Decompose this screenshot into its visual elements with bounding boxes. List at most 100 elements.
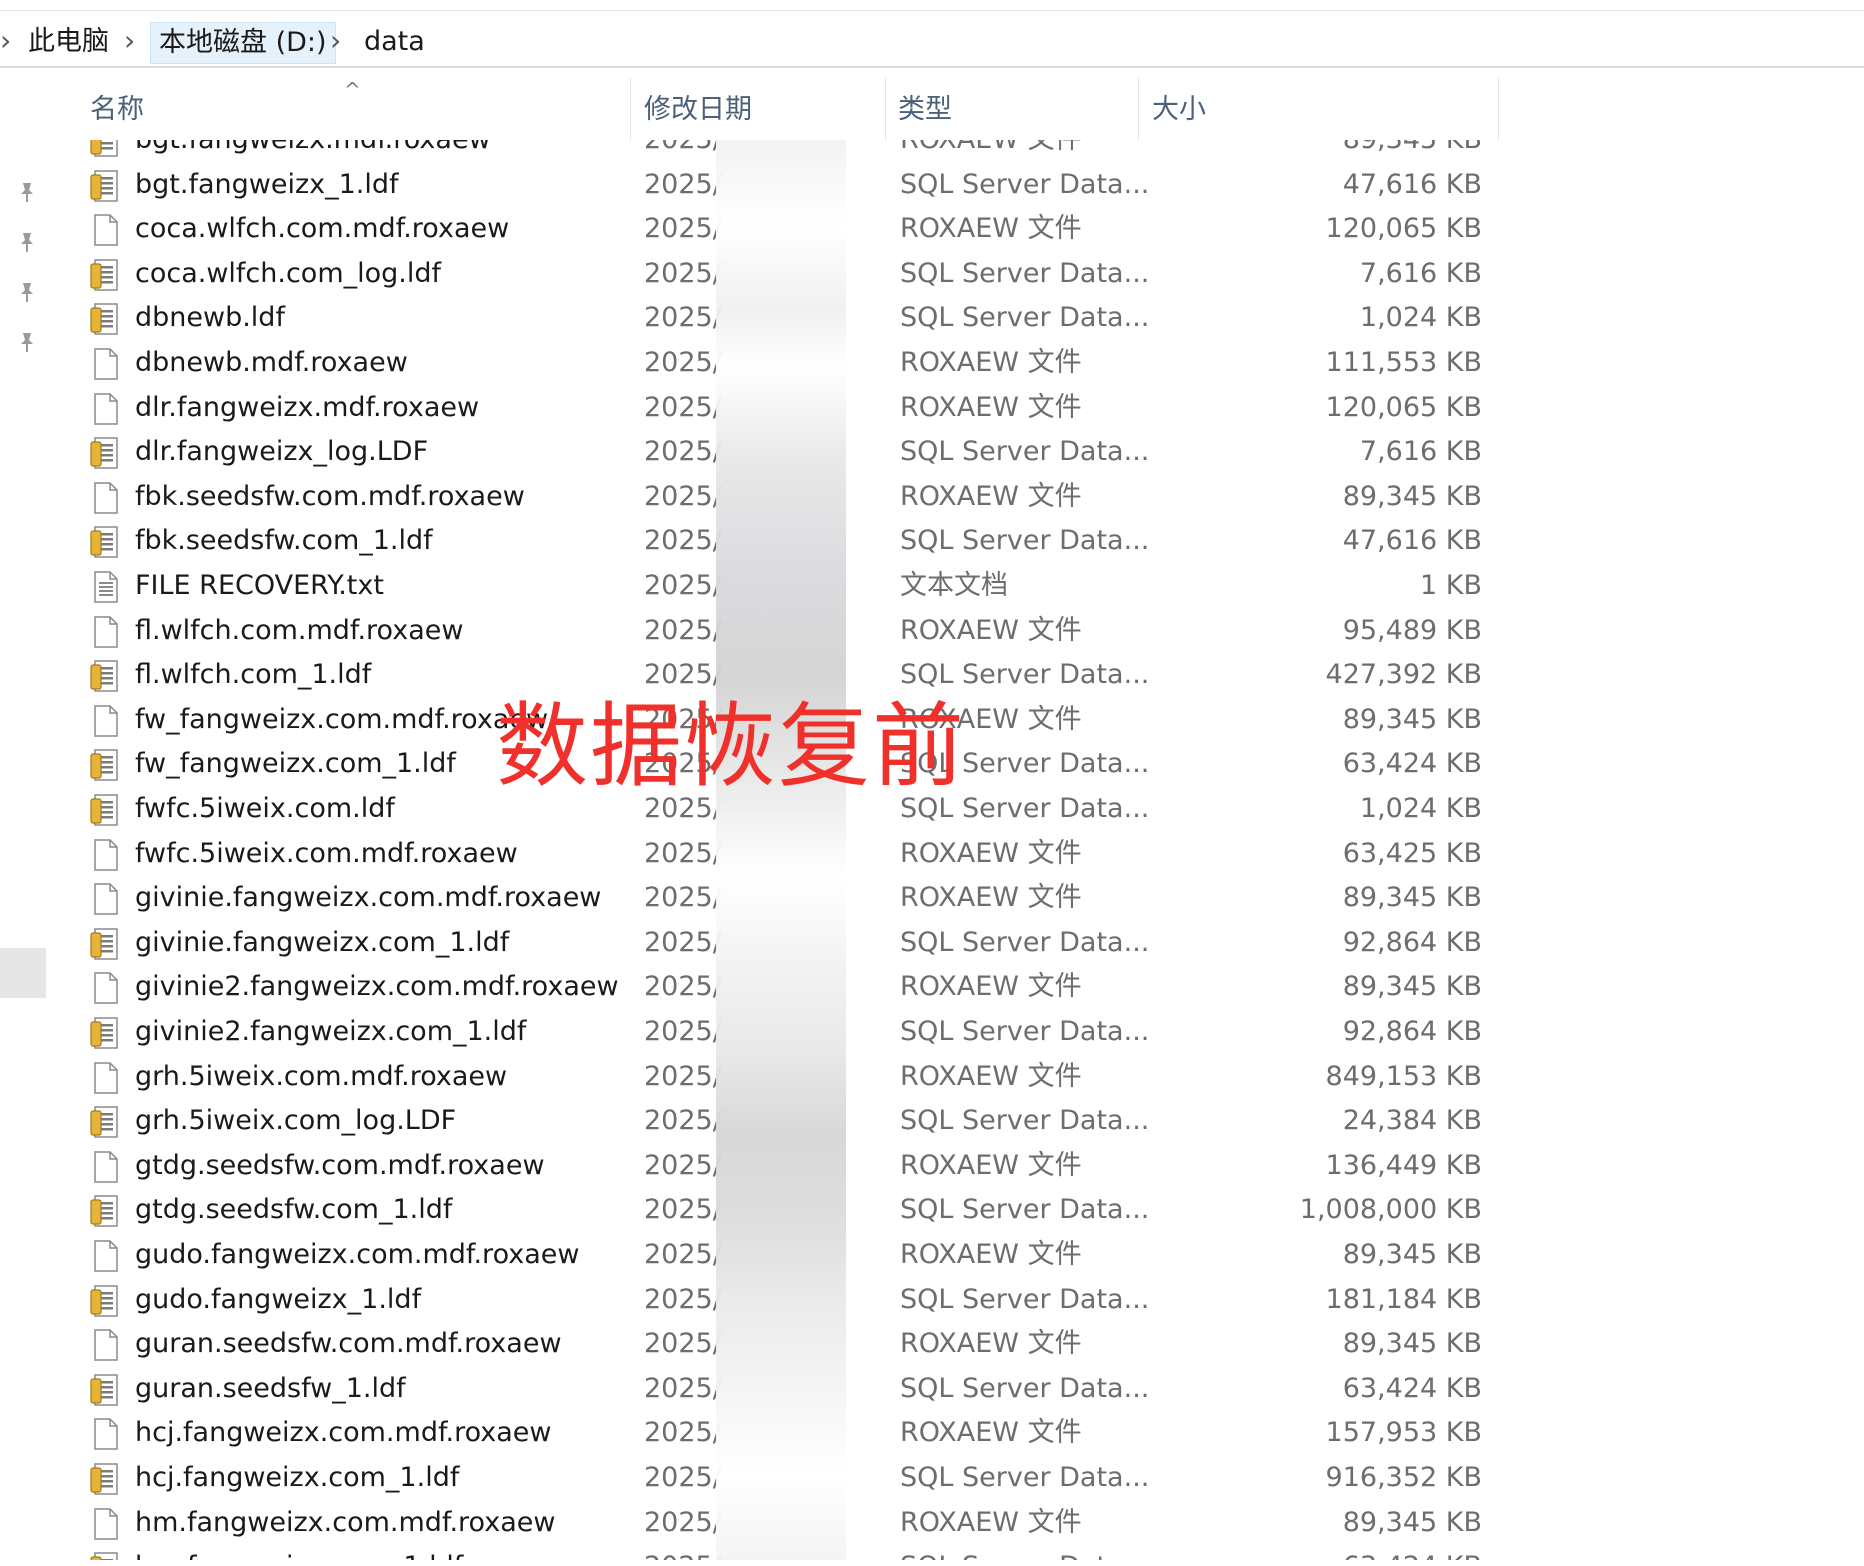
file-size: 47,616 KB <box>1342 525 1482 557</box>
column-header-size[interactable]: 大小 <box>1152 90 1206 130</box>
file-date: 2025/ <box>644 570 722 601</box>
file-name: hcj.fangweizx.com_1.ldf <box>135 1462 460 1493</box>
pin-icon[interactable] <box>14 330 40 356</box>
file-name: hm.fangweizx.com.mdf.roxaew <box>135 1506 556 1538</box>
file-date: 2025/ <box>644 213 722 245</box>
ldf-icon <box>90 525 120 559</box>
file-date: 2025/ <box>644 257 722 289</box>
file-type: SQL Server Data... <box>900 1462 1150 1493</box>
ldf-icon <box>90 748 120 782</box>
file-type: ROXAEW 文件 <box>900 391 1082 423</box>
file-name: dbnewb.ldf <box>135 302 285 334</box>
file-size: 92,864 KB <box>1342 926 1482 958</box>
column-divider[interactable] <box>630 78 631 140</box>
blank-file-icon <box>90 838 120 872</box>
ldf-icon <box>90 1284 120 1318</box>
file-date: 2025/ <box>644 1372 722 1404</box>
pin-icon[interactable] <box>14 180 40 206</box>
file-size: 63,424 KB <box>1342 1372 1482 1404</box>
file-size: 89,345 KB <box>1132 140 1482 162</box>
chevron-right-icon[interactable]: › <box>124 22 135 60</box>
file-name: givinie2.fangweizx.com.mdf.roxaew <box>135 971 619 1003</box>
file-date: 2025/ <box>644 436 722 468</box>
file-date: 2025/ <box>644 1506 722 1538</box>
file-type: SQL Server Data... <box>900 1016 1150 1047</box>
ldf-icon <box>90 169 120 203</box>
file-date: 2025/ <box>644 1060 722 1092</box>
ldf-icon <box>90 1194 120 1228</box>
file-date: 2025/ <box>644 1105 722 1137</box>
blank-file-icon <box>90 1239 120 1273</box>
window-top-strip <box>0 0 1864 11</box>
file-date: 2025/ <box>644 391 722 423</box>
file-size: 95,489 KB <box>1342 614 1482 646</box>
file-size: 89,345 KB <box>1342 882 1482 914</box>
column-header-name[interactable]: 名称 <box>90 90 144 130</box>
navigation-pane <box>0 140 50 1566</box>
file-name: dbnewb.mdf.roxaew <box>135 347 408 378</box>
file-name: hm.fangweizx.com_1.ldf <box>135 1545 463 1560</box>
file-date: 2025/ <box>644 140 722 162</box>
blank-file-icon <box>90 1150 120 1184</box>
file-explorer-window: { "breadcrumb": { "items": ["此电脑", "本地磁盘… <box>0 0 1864 1566</box>
file-date: 2025/ <box>644 614 722 646</box>
file-name: dlr.fangweizx.mdf.roxaew <box>135 391 480 423</box>
nav-selected-item[interactable] <box>0 948 46 998</box>
ldf-icon <box>90 659 120 693</box>
file-date: 2025/ <box>644 837 722 869</box>
ldf-icon <box>90 436 120 470</box>
file-type: ROXAEW 文件 <box>900 1328 1082 1360</box>
file-name: bgt.fangweizx.mdf.roxaew <box>135 140 491 162</box>
file-date: 2025/ <box>644 1545 722 1560</box>
breadcrumb-this-pc[interactable]: 此电脑 <box>20 22 117 62</box>
file-date: 2025/ <box>644 480 722 512</box>
address-bar[interactable]: › 此电脑 › 本地磁盘 (D:) › data <box>0 16 1864 68</box>
file-type: ROXAEW 文件 <box>900 140 1082 162</box>
ldf-icon <box>90 1551 120 1560</box>
file-size: 120,065 KB <box>1325 213 1482 245</box>
file-size: 92,864 KB <box>1342 1016 1482 1047</box>
file-date: 2025/ <box>644 1328 722 1360</box>
file-size: 63,424 KB <box>1342 748 1482 780</box>
column-header-type[interactable]: 类型 <box>898 90 952 130</box>
breadcrumb-data-folder[interactable]: data <box>356 22 433 62</box>
file-type: ROXAEW 文件 <box>900 347 1082 378</box>
blank-file-icon <box>90 971 120 1005</box>
ldf-icon <box>90 793 120 827</box>
chevron-right-icon[interactable]: › <box>330 22 341 60</box>
blank-file-icon <box>90 347 120 381</box>
file-type: SQL Server Data... <box>900 257 1150 289</box>
column-divider[interactable] <box>885 78 886 140</box>
file-name: fw_fangweizx.com_1.ldf <box>135 748 456 780</box>
blank-file-icon <box>90 1328 120 1362</box>
file-name: fwfc.5iweix.com.ldf <box>135 793 395 824</box>
blank-file-icon <box>90 1061 120 1095</box>
ldf-icon <box>90 1373 120 1407</box>
ldf-icon <box>90 1016 120 1050</box>
column-divider[interactable] <box>1498 78 1499 140</box>
pin-icon[interactable] <box>14 280 40 306</box>
blank-file-icon <box>90 213 120 247</box>
ldf-icon <box>90 140 120 158</box>
breadcrumb-local-disk-d[interactable]: 本地磁盘 (D:) <box>150 22 336 64</box>
file-type: SQL Server Data... <box>900 525 1150 557</box>
pin-icon[interactable] <box>14 230 40 256</box>
file-type: SQL Server Data... <box>900 1372 1150 1404</box>
file-name: grh.5iweix.com.mdf.roxaew <box>135 1060 508 1092</box>
column-divider[interactable] <box>1138 78 1139 140</box>
file-size: 1,024 KB <box>1359 302 1482 334</box>
file-size: 427,392 KB <box>1325 659 1482 691</box>
bottom-edge <box>0 1560 1864 1566</box>
chevron-right-icon[interactable]: › <box>0 22 11 60</box>
file-size: 849,153 KB <box>1325 1060 1482 1092</box>
blank-file-icon <box>90 481 120 515</box>
column-header-date[interactable]: 修改日期 <box>644 90 752 130</box>
file-type: ROXAEW 文件 <box>900 1149 1082 1181</box>
file-size: 136,449 KB <box>1325 1149 1482 1181</box>
file-type: ROXAEW 文件 <box>900 1417 1082 1449</box>
text-file-icon <box>90 570 120 604</box>
file-date: 2025/ <box>644 1283 722 1315</box>
file-size: 63,424 KB <box>1132 1545 1482 1560</box>
file-name: givinie.fangweizx.com.mdf.roxaew <box>135 882 602 914</box>
file-date: 2025/ <box>644 302 722 334</box>
